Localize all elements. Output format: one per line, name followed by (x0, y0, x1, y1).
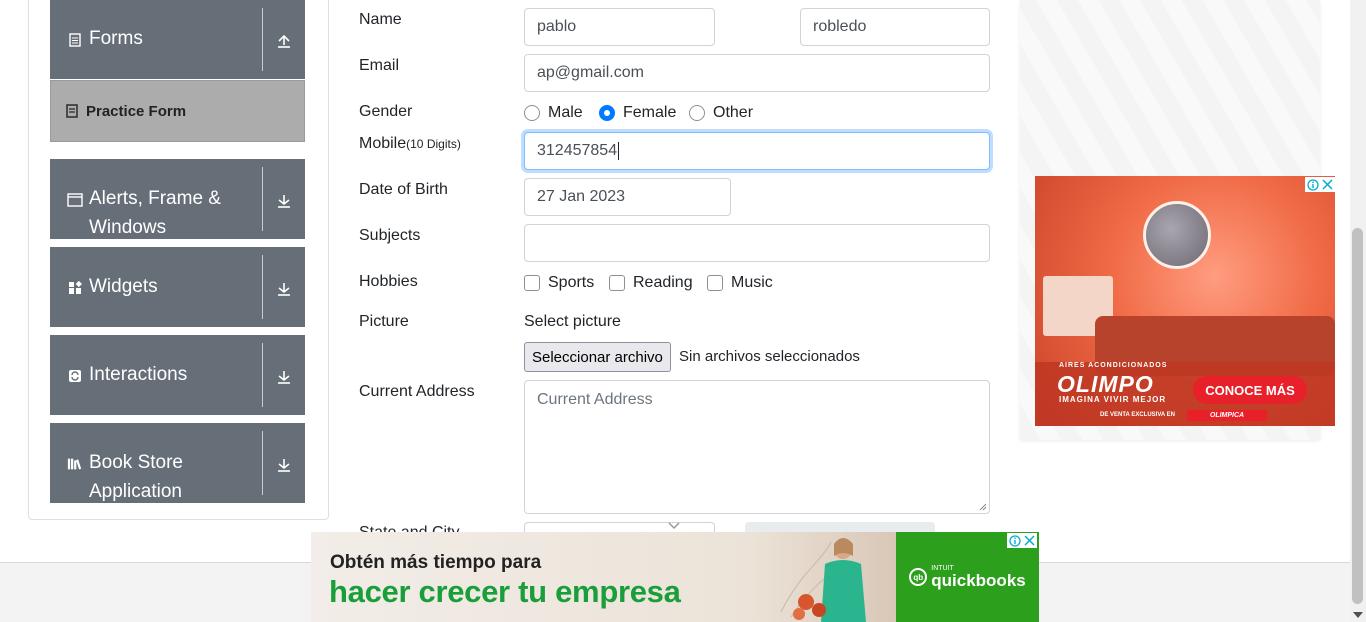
ad-headline-line1: Obtén más tiempo para (330, 552, 542, 573)
checkbox-label: Sports (548, 274, 595, 291)
sidebar-group-alerts[interactable]: Alerts, Frame & Windows (50, 159, 305, 239)
radio-circle[interactable] (689, 105, 705, 121)
radio-label: Female (623, 104, 677, 121)
ad-exclusive-text: DE VENTA EXCLUSIVA EN (1100, 412, 1176, 418)
choose-file-button[interactable]: Seleccionar archivo (524, 342, 671, 372)
ad-brand: OLIMPO (1057, 371, 1154, 397)
ad-exclusive-brand: OLIMPICA (1187, 410, 1267, 421)
date-of-birth-label: Date of Birth (359, 181, 448, 198)
mobile-value: 312457854 (537, 142, 618, 159)
books-icon (67, 456, 83, 472)
ad-image-mirror (1143, 201, 1211, 269)
ad-choices[interactable] (1305, 177, 1335, 192)
window-icon (67, 192, 83, 208)
first-name-input[interactable]: pablo (524, 8, 715, 46)
scrollbar-thumb[interactable] (1352, 228, 1363, 604)
ad-close-icon[interactable] (1322, 179, 1333, 190)
hobby-checkbox-reading[interactable]: Reading (609, 274, 693, 292)
email-input[interactable]: ap@gmail.com (524, 54, 990, 92)
text-caret (618, 142, 620, 160)
ad-headline-line2: hacer crecer tu empresa (329, 574, 681, 609)
divider (262, 255, 263, 319)
gender-radio-female[interactable]: Female (599, 104, 676, 122)
expand-arrow-icon[interactable] (272, 365, 296, 389)
gender-radio-male[interactable]: Male (524, 104, 583, 122)
sidebar-group-interactions[interactable]: Interactions (50, 335, 305, 415)
hobby-checkbox-sports[interactable]: Sports (524, 274, 594, 292)
quickbooks-ad-banner[interactable]: Obtén más tiempo para hacer crecer tu em… (311, 532, 1039, 622)
gender-label: Gender (359, 103, 413, 120)
checkbox-label: Music (731, 274, 773, 291)
name-label: Name (359, 11, 402, 28)
sidebar-group-title: Book Store Application (89, 452, 183, 502)
collapse-arrow-icon[interactable] (272, 29, 296, 53)
mobile-hint: (10 Digits) (406, 137, 461, 151)
file-status-text: Sin archivos seleccionados (679, 348, 860, 365)
sidebar-item-practice-form[interactable]: Practice Form (50, 80, 305, 142)
hobbies-label: Hobbies (359, 273, 418, 290)
ad-close-icon[interactable] (1024, 535, 1035, 546)
checkbox-box[interactable] (707, 275, 723, 291)
state-city-label: State and City (359, 524, 460, 532)
sidebar-group-book-store[interactable]: Book Store Application (50, 423, 305, 503)
quickbooks-logo-icon: qb (909, 568, 928, 586)
hobby-checkbox-music[interactable]: Music (707, 274, 773, 292)
radio-circle-checked[interactable] (599, 105, 615, 121)
ad-cta-button[interactable]: CONOCE MÁS (1193, 376, 1307, 404)
logo-name: quickbooks (931, 571, 1026, 590)
mobile-input[interactable]: 312457854 (524, 132, 990, 170)
subjects-label: Subjects (359, 227, 421, 244)
divider (262, 167, 263, 231)
current-address-textarea[interactable]: Current Address (524, 380, 990, 514)
divider (262, 431, 263, 495)
olimpo-ad-banner[interactable]: AIRES ACONDICIONADOS OLIMPO IMAGINA VIVI… (1035, 176, 1335, 426)
first-name-value: pablo (537, 18, 577, 35)
ad-kicker: AIRES ACONDICIONADOS (1059, 362, 1168, 369)
mobile-label-text: Mobile (359, 135, 407, 152)
textarea-placeholder: Current Address (537, 391, 653, 408)
checkbox-label: Reading (633, 274, 693, 291)
radio-label: Male (548, 104, 583, 121)
radio-circle[interactable] (524, 105, 540, 121)
divider (262, 8, 263, 71)
checkbox-box[interactable] (524, 275, 540, 291)
date-of-birth-value: 27 Jan 2023 (537, 188, 626, 205)
sidebar-item-label: Practice Form (86, 102, 187, 120)
form-icon (66, 104, 78, 118)
ad-info-icon[interactable] (1307, 178, 1319, 191)
current-address-label: Current Address (359, 383, 475, 400)
last-name-value: robledo (813, 18, 867, 35)
radio-label: Other (713, 104, 754, 121)
scroll-down-arrow-icon[interactable] (1353, 612, 1363, 618)
vertical-scrollbar[interactable] (1350, 0, 1366, 622)
ad-info-icon[interactable] (1009, 534, 1021, 547)
document-icon (67, 32, 83, 48)
resize-grip-icon[interactable] (979, 503, 987, 511)
sidebar-group-widgets[interactable]: Widgets (50, 247, 305, 327)
select-picture-label: Select picture (524, 313, 621, 330)
mobile-label: Mobile(10 Digits) (359, 135, 461, 153)
chevron-down-icon (668, 522, 680, 530)
quickbooks-logo: qb INTUIT quickbooks (909, 565, 1026, 590)
last-name-input[interactable]: robledo (800, 8, 990, 46)
expand-arrow-icon[interactable] (272, 189, 296, 213)
picture-label: Picture (359, 313, 409, 330)
checkbox-box[interactable] (609, 275, 625, 291)
divider (262, 343, 263, 407)
expand-arrow-icon[interactable] (272, 277, 296, 301)
email-label: Email (359, 57, 400, 74)
ad-tagline: IMAGINA VIVIR MEJOR (1059, 395, 1167, 404)
expand-arrow-icon[interactable] (272, 453, 296, 477)
ad-image-woman (780, 538, 866, 622)
subjects-input[interactable] (524, 224, 990, 262)
ad-choices-bottom[interactable] (1007, 533, 1037, 548)
sidebar-group-forms[interactable]: Forms (50, 0, 305, 79)
widgets-icon (67, 280, 83, 296)
interactions-icon (67, 368, 83, 384)
sidebar-group-title: Alerts, Frame & Windows (89, 188, 221, 238)
gender-radio-other[interactable]: Other (689, 104, 753, 122)
date-of-birth-input[interactable]: 27 Jan 2023 (524, 178, 731, 216)
email-value: ap@gmail.com (537, 64, 644, 81)
